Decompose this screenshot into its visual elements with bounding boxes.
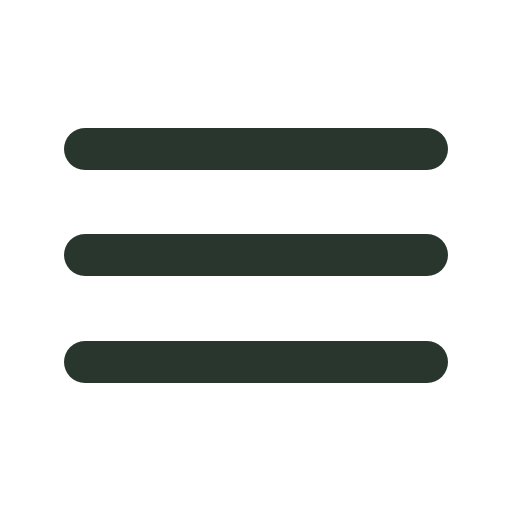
- menu-bar-middle: [64, 234, 448, 276]
- hamburger-menu-icon[interactable]: [0, 0, 512, 512]
- menu-bar-bottom: [64, 341, 448, 383]
- menu-bar-top: [64, 128, 448, 170]
- icon-canvas: [0, 0, 512, 512]
